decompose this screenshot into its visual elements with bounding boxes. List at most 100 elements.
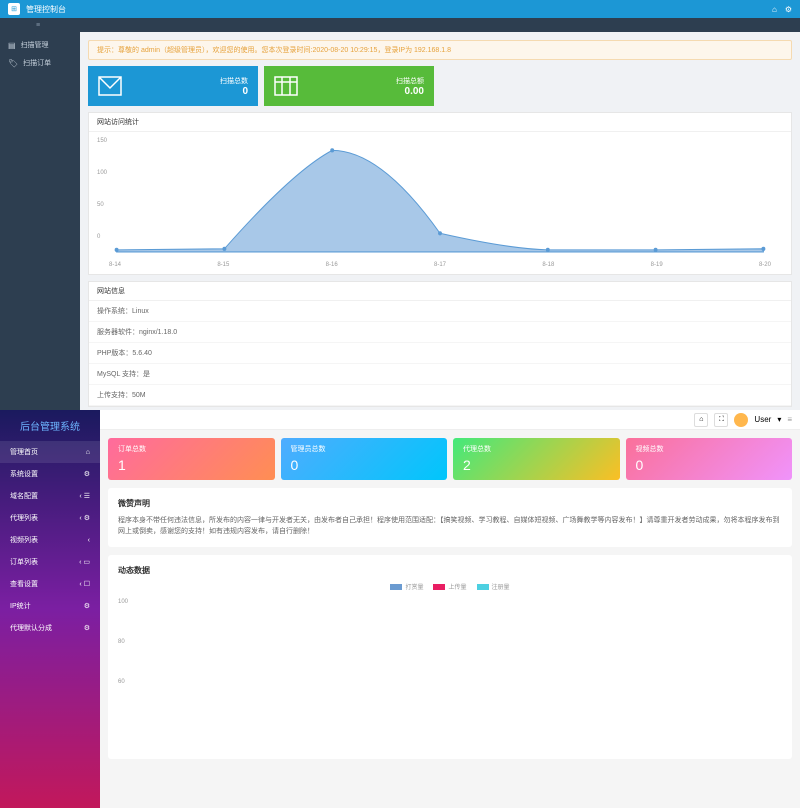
nav-agent-commission[interactable]: 代理默认分成 ⚙ (0, 617, 100, 639)
chevron-left-icon: ‹ (79, 515, 81, 522)
legend-swatch (433, 584, 445, 590)
gear-icon: ⚙ (84, 515, 90, 522)
app-title: 管理控制台 (26, 4, 66, 15)
info-panel: 网站信息 操作系统：Linux 服务器软件：nginx/1.18.0 PHP版本… (88, 281, 792, 407)
stat-card-scan-amount: 扫描总额0.00 (264, 66, 434, 106)
nav-label: 查看设置 (10, 579, 38, 589)
brand-title: 后台管理系统 (0, 410, 100, 441)
tag-icon: 🏷 (8, 59, 18, 68)
x-tick: 8-15 (217, 262, 229, 268)
expand-button[interactable]: ⛶ (714, 413, 728, 427)
notice-title: 微赞声明 (118, 498, 782, 509)
menu-icon[interactable]: ≡ (787, 415, 792, 424)
header-top: ⊞ 管理控制台 ⌂ ⚙ (0, 0, 800, 18)
stat-card-orders: 订单总数1 (108, 438, 275, 480)
logo-icon: ⊞ (8, 3, 20, 15)
info-row: MySQL 支持：是 (89, 364, 791, 385)
tab-bar: ≡ (0, 18, 800, 32)
nav-video-list[interactable]: 视频列表 ‹ (0, 529, 100, 551)
stat-label: 订单总数 (118, 444, 265, 454)
x-tick: 8-17 (434, 262, 446, 268)
stat-value: 0 (636, 457, 783, 473)
nav-label: 代理默认分成 (10, 623, 52, 633)
nav-home[interactable]: 管理首页 ⌂ (0, 441, 100, 463)
square-icon: ☐ (84, 581, 90, 588)
nav-ip-stats[interactable]: IP统计⚙ (0, 595, 100, 617)
nav-label: 域名配置 (10, 491, 38, 501)
stat-value: 0 (220, 86, 248, 97)
gear-icon: ⚙ (84, 624, 90, 632)
stat-value: 0 (291, 457, 438, 473)
nav-agent-list[interactable]: 代理列表 ‹ ⚙ (0, 507, 100, 529)
legend-label: 打赏量 (405, 582, 423, 591)
x-tick: 8-18 (542, 262, 554, 268)
y-tick: 80 (118, 639, 125, 645)
info-row: 上传支持：50M (89, 385, 791, 406)
sidebar-item-scan-order[interactable]: 🏷 扫描订单 (0, 54, 80, 72)
info-title: 网站信息 (89, 282, 791, 301)
stat-value: 0.00 (396, 86, 424, 97)
avatar[interactable] (734, 413, 748, 427)
y-tick: 100 (118, 599, 128, 605)
chevron-left-icon: ‹ (79, 581, 81, 588)
x-tick: 8-19 (651, 262, 663, 268)
menu-toggle-icon[interactable]: ≡ (36, 22, 40, 29)
chevron-left-icon: ‹ (79, 559, 81, 566)
legend-swatch (390, 584, 402, 590)
y-tick: 0 (97, 234, 100, 240)
nav-label: 订单列表 (10, 557, 38, 567)
home-button[interactable]: ⌂ (694, 413, 708, 427)
chart-panel-bottom: 动态数据 打赏量 上传量 注册量 100 80 60 (108, 555, 792, 759)
area-chart (97, 140, 783, 254)
notice-panel: 微赞声明 程序本身不带任何违法信息，所发布的内容一律与开发者无关，由发布者自己承… (108, 488, 792, 547)
chart-panel: 网站访问统计 150 100 50 0 8-14 8-15 8-16 8-17 (88, 112, 792, 275)
nav-domain[interactable]: 域名配置‹ ☰ (0, 485, 100, 507)
grid-icon: ▤ (8, 41, 16, 50)
stat-label: 扫描总数 (220, 76, 248, 86)
info-row: PHP版本：5.6.40 (89, 343, 791, 364)
nav-label: 管理首页 (10, 447, 38, 457)
stat-label: 扫描总额 (396, 76, 424, 86)
rect-icon: ▭ (83, 559, 90, 566)
home-icon: ⌂ (86, 449, 90, 456)
list-icon: ☰ (84, 493, 90, 500)
chart-title: 动态数据 (118, 565, 782, 576)
settings-icon[interactable]: ⚙ (785, 5, 792, 14)
sidebar-bottom: 后台管理系统 管理首页⌂ 系统设置⚙ 域名配置‹ ☰ 代理列表‹ ⚙ 视频列表‹… (0, 410, 100, 808)
envelope-icon (98, 76, 122, 96)
nav-label: 代理列表 (10, 513, 38, 523)
sidebar-item-scan-manage[interactable]: ▤ 扫描管理 (0, 36, 80, 54)
gear-icon: ⚙ (84, 470, 90, 478)
nav-label: 系统设置 (10, 469, 38, 479)
nav-label: 视频列表 (10, 535, 38, 545)
nav-view-settings[interactable]: 查看设置 ‹ ☐ (0, 573, 100, 595)
info-row: 服务器软件：nginx/1.18.0 (89, 322, 791, 343)
stat-label: 视频总数 (636, 444, 783, 454)
legend-label: 注册量 (492, 582, 510, 591)
nav-system[interactable]: 系统设置 ⚙ (0, 463, 100, 485)
sidebar-label: 扫描订单 (23, 58, 51, 68)
chart-legend: 打赏量 上传量 注册量 (118, 582, 782, 591)
stat-card-agents: 代理总数2 (453, 438, 620, 480)
nav-order-list[interactable]: 订单列表 ‹ ▭ (0, 551, 100, 573)
x-tick: 8-20 (759, 262, 771, 268)
y-tick: 150 (97, 138, 107, 144)
notice-text: 程序本身不带任何违法信息，所发布的内容一律与开发者无关，由发布者自己承担！程序使… (118, 515, 782, 537)
table-icon (274, 76, 298, 96)
stat-card-admins: 管理员总数0 (281, 438, 448, 480)
legend-label: 上传量 (448, 582, 466, 591)
nav-label: IP统计 (10, 601, 31, 611)
y-tick: 50 (97, 202, 104, 208)
stat-card-scan-count: 扫描总数0 (88, 66, 258, 106)
stat-card-videos: 视频总数 0 (626, 438, 793, 480)
info-row: 操作系统：Linux (89, 301, 791, 322)
sidebar-label: 扫描管理 (21, 40, 49, 50)
stat-label: 代理总数 (463, 444, 610, 454)
chevron-left-icon: ‹ (88, 537, 90, 544)
x-tick: 8-16 (326, 262, 338, 268)
home-icon[interactable]: ⌂ (772, 5, 777, 14)
y-tick: 100 (97, 170, 107, 176)
chevron-down-icon[interactable]: ▾ (777, 415, 781, 424)
user-name[interactable]: User (754, 415, 771, 424)
alert-banner: 提示：尊敬的 admin（超级管理员），欢迎您的使用。您本次登录时间:2020-… (88, 40, 792, 60)
